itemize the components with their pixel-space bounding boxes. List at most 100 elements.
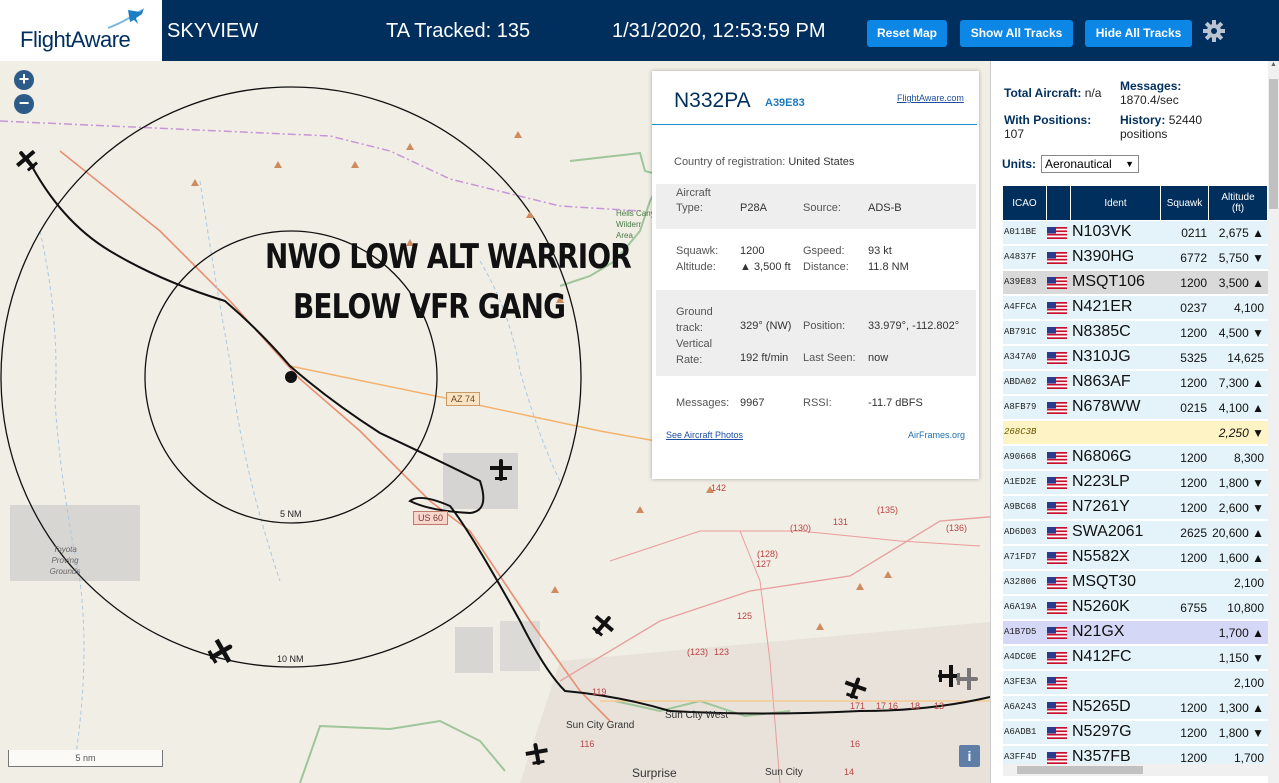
- row-altitude: 8,300: [1233, 451, 1264, 465]
- table-row[interactable]: A1B7D5 N21GX 1,700 ▲: [1003, 621, 1268, 645]
- map-info-button[interactable]: i: [959, 745, 980, 767]
- table-row[interactable]: 268C3B 2,250 ▼: [1003, 421, 1268, 445]
- row-squawk: 1200: [1180, 476, 1207, 490]
- row-altitude: 2,675 ▲: [1218, 226, 1264, 240]
- row-altitude: 1,700 ▲: [1218, 626, 1264, 640]
- reset-map-button[interactable]: Reset Map: [867, 20, 947, 47]
- table-row[interactable]: A39E83 MSQT106 1200 3,500 ▲: [1003, 271, 1268, 295]
- flightaware-logo[interactable]: FlightAware: [0, 0, 162, 61]
- table-row[interactable]: A1ED2E N223LP 1200 1,800 ▼: [1003, 471, 1268, 495]
- aircraft-icon[interactable]: [590, 612, 616, 638]
- table-row[interactable]: A71FD7 N5582X 1200 1,600 ▲: [1003, 546, 1268, 570]
- type-value: P28A: [740, 202, 767, 214]
- us-flag-icon: [1047, 377, 1067, 389]
- units-label-text: Units:: [1002, 157, 1036, 171]
- route-label: (123): [687, 647, 709, 657]
- table-row[interactable]: A011BE N103VK 0211 2,675 ▲: [1003, 221, 1268, 245]
- row-ident: N5297G: [1072, 723, 1132, 740]
- zoom-out-button[interactable]: −: [14, 94, 34, 114]
- table-row[interactable]: A4DC0E N412FC 1,150 ▼: [1003, 646, 1268, 670]
- type-label: Aircraft Type:: [676, 187, 711, 214]
- row-icao: AD6D03: [1004, 527, 1037, 537]
- col-icao[interactable]: ICAO: [1003, 186, 1047, 220]
- aircraft-icon-grey[interactable]: [954, 666, 980, 692]
- col-flag[interactable]: [1047, 186, 1071, 220]
- row-ident: N223LP: [1072, 473, 1130, 490]
- table-row[interactable]: A347A0 N310JG 5325 14,625: [1003, 346, 1268, 370]
- messages-stat-label: Messages:: [1120, 79, 1182, 93]
- table-row[interactable]: A9BC68 N7261Y 1200 2,600 ▼: [1003, 496, 1268, 520]
- aircraft-icon[interactable]: [14, 147, 40, 173]
- top-header: FlightAware SKYVIEW TA Tracked: 135 1/31…: [0, 0, 1279, 61]
- with-positions-label: With Positions:: [1004, 113, 1092, 127]
- table-row[interactable]: A6A243 N5265D 1200 1,300 ▲: [1003, 696, 1268, 720]
- table-row[interactable]: A4837F N390HG 6772 5,750 ▼: [1003, 246, 1268, 270]
- messages-label: Messages:: [676, 397, 730, 409]
- col-squawk[interactable]: Squawk: [1161, 186, 1209, 220]
- row-ident: N390HG: [1072, 248, 1135, 265]
- hscroll-thumb[interactable]: [1017, 766, 1143, 774]
- chevron-down-icon: ▼: [1125, 159, 1134, 169]
- aircraft-photos-link[interactable]: See Aircraft Photos: [666, 430, 743, 440]
- aircraft-icon[interactable]: [488, 457, 514, 483]
- flightaware-link[interactable]: FlightAware.com: [897, 93, 964, 103]
- ring-label-10nm: 10 NM: [277, 654, 304, 664]
- airframes-link[interactable]: AirFrames.org: [908, 430, 965, 440]
- row-squawk: 1200: [1180, 751, 1207, 765]
- total-aircraft-label: Total Aircraft:: [1004, 86, 1082, 100]
- col-altitude[interactable]: Altitude (ft): [1209, 186, 1268, 220]
- history-label: History:: [1120, 113, 1166, 127]
- vertical-scrollbar[interactable]: ▲: [1268, 61, 1279, 783]
- road-shield-us60: US 60: [413, 511, 449, 525]
- row-ident: N6806G: [1072, 448, 1132, 465]
- aircraft-icon[interactable]: [206, 637, 236, 667]
- row-squawk: 1200: [1180, 551, 1207, 565]
- altitude-value: ▲ 3,500 ft: [740, 261, 791, 273]
- hide-all-tracks-button[interactable]: Hide All Tracks: [1085, 20, 1192, 47]
- total-aircraft-value: n/a: [1084, 86, 1102, 100]
- scroll-thumb[interactable]: [1269, 79, 1278, 209]
- row-icao: A8FB79: [1004, 402, 1037, 412]
- table-row[interactable]: A4FFCA N421ER 0237 4,100: [1003, 296, 1268, 320]
- row-altitude: 2,100: [1233, 676, 1264, 690]
- aircraft-icon[interactable]: [842, 675, 868, 701]
- table-row[interactable]: A90668 N6806G 1200 8,300: [1003, 446, 1268, 470]
- horizontal-scrollbar[interactable]: [1003, 764, 1268, 776]
- us-flag-icon: [1047, 477, 1067, 489]
- units-select[interactable]: Aeronautical ▼: [1041, 155, 1139, 173]
- table-row[interactable]: ABDA02 N863AF 1200 7,300 ▲: [1003, 371, 1268, 395]
- row-ident: N421ER: [1072, 298, 1133, 315]
- row-altitude: 14,625: [1227, 351, 1264, 365]
- table-row[interactable]: A6A19A N5260K 6755 10,800: [1003, 596, 1268, 620]
- row-altitude: 1,150 ▼: [1218, 651, 1264, 665]
- row-altitude: 4,100: [1233, 301, 1264, 315]
- table-row[interactable]: A8FB79 N678WW 0215 4,100 ▲: [1003, 396, 1268, 420]
- aircraft-icon[interactable]: [524, 741, 550, 767]
- row-altitude: 10,800: [1227, 601, 1264, 615]
- table-row[interactable]: A32806 MSQT30 2,100: [1003, 571, 1268, 595]
- col-ident[interactable]: Ident: [1071, 186, 1161, 220]
- table-row[interactable]: A3FE3A 2,100: [1003, 671, 1268, 695]
- popup-registration: N332PA: [674, 89, 751, 112]
- vrate-label: Vertical Rate:: [676, 338, 713, 366]
- popup-hex[interactable]: A39E83: [765, 97, 805, 109]
- row-icao: A71FD7: [1004, 552, 1037, 562]
- row-altitude: 2,250 ▼: [1218, 426, 1264, 440]
- altitude-label: Altitude:: [676, 261, 716, 273]
- table-row[interactable]: AB791C N8385C 1200 4,500 ▼: [1003, 321, 1268, 345]
- route-label: (136): [946, 523, 968, 533]
- zoom-in-button[interactable]: +: [14, 70, 34, 90]
- row-ident: MSQT106: [1072, 273, 1145, 290]
- us-flag-icon: [1047, 252, 1067, 264]
- us-flag-icon: [1047, 652, 1067, 664]
- road-shield-az74: AZ 74: [446, 392, 481, 406]
- gear-icon[interactable]: [1202, 19, 1226, 43]
- scroll-up-icon[interactable]: ▲: [1269, 61, 1278, 71]
- us-flag-icon: [1047, 402, 1067, 414]
- table-row[interactable]: AD6D03 SWA2061 2625 20,600 ▲: [1003, 521, 1268, 545]
- row-icao: A011BE: [1004, 227, 1037, 237]
- place-sun-city: Sun City: [765, 767, 803, 778]
- show-all-tracks-button[interactable]: Show All Tracks: [960, 20, 1073, 47]
- distance-label: Distance:: [803, 261, 849, 273]
- table-row[interactable]: A6ADB1 N5297G 1200 1,800 ▼: [1003, 721, 1268, 745]
